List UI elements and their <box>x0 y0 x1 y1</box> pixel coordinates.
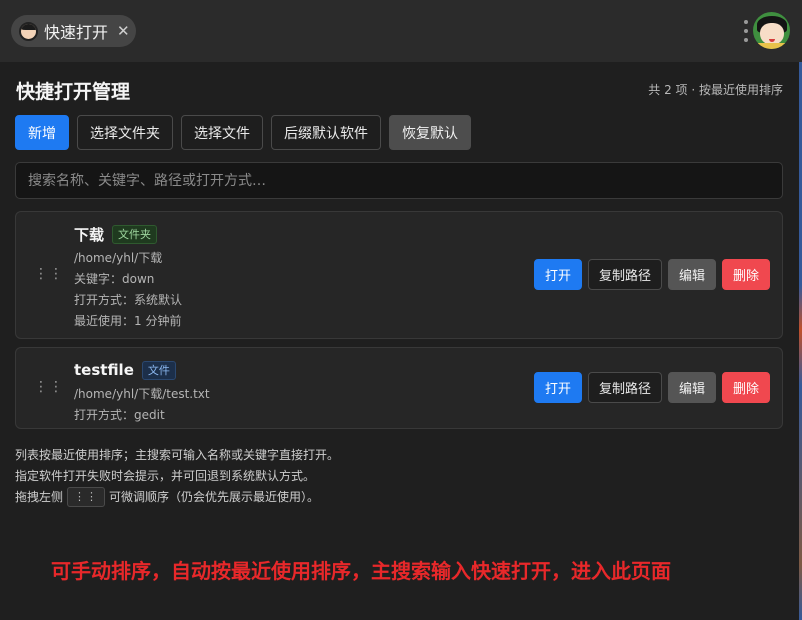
type-badge: 文件 <box>141 360 176 380</box>
item-path: /home/yhl/下载/test.txt <box>74 387 210 401</box>
item-name: 下载 <box>74 225 105 244</box>
drag-handle-hint-icon: ⋮⋮ <box>67 486 106 507</box>
quick-open-tab[interactable]: 快速打开 ✕ <box>11 15 136 47</box>
tab-label: 快速打开 <box>44 23 109 42</box>
list-item: ⋮⋮ testfile 文件 /home/yhl/下载/test.txt 打开方… <box>15 347 783 429</box>
item-open-with: 打开方式：系统默认 <box>74 293 183 307</box>
annotation-caption: 可手动排序，自动按最近使用排序，主搜索输入快速打开，进入此页面 <box>51 559 671 583</box>
pick-file-button[interactable]: 选择文件 <box>181 115 263 150</box>
toolbar: 新增 选择文件夹 选择文件 后缀默认软件 恢复默认 <box>15 115 471 150</box>
help-line: 指定软件打开失败时会提示，并可回退到系统默认方式。 <box>15 468 316 483</box>
edit-button[interactable]: 编辑 <box>667 372 716 403</box>
copy-path-button[interactable]: 复制路径 <box>587 259 662 290</box>
delete-button[interactable]: 删除 <box>721 259 770 290</box>
restore-default-button[interactable]: 恢复默认 <box>389 115 471 150</box>
help-line-suffix: 可微调顺序（仍会优先展示最近使用）。 <box>109 489 320 504</box>
close-icon[interactable]: ✕ <box>117 23 130 39</box>
item-name: testfile <box>74 361 134 379</box>
help-line-prefix: 拖拽左侧 <box>15 489 64 504</box>
pick-folder-button[interactable]: 选择文件夹 <box>77 115 173 150</box>
delete-button[interactable]: 删除 <box>721 372 770 403</box>
user-avatar[interactable] <box>753 12 790 49</box>
edit-button[interactable]: 编辑 <box>667 259 716 290</box>
item-keyword: 关键字：down <box>74 272 155 286</box>
avatar-icon <box>19 21 38 41</box>
open-button[interactable]: 打开 <box>533 372 582 403</box>
help-text: 列表按最近使用排序；主搜索可输入名称或关键字直接打开。 指定软件打开失败时会提示… <box>15 444 339 507</box>
copy-path-button[interactable]: 复制路径 <box>587 372 662 403</box>
item-path: /home/yhl/下载 <box>74 251 163 265</box>
open-button[interactable]: 打开 <box>533 259 582 290</box>
help-line: 列表按最近使用排序；主搜索可输入名称或关键字直接打开。 <box>15 447 340 462</box>
add-button[interactable]: 新增 <box>15 115 69 150</box>
drag-handle-icon[interactable]: ⋮⋮ <box>34 266 63 282</box>
help-line: 拖拽左侧 ⋮⋮ 可微调顺序（仍会优先展示最近使用）。 <box>15 486 339 507</box>
type-badge: 文件夹 <box>112 224 158 244</box>
item-count-hint: 共 2 项 · 按最近使用排序 <box>648 83 783 97</box>
page-title: 快捷打开管理 <box>16 81 131 103</box>
search-input[interactable] <box>15 162 783 199</box>
drag-handle-icon[interactable]: ⋮⋮ <box>34 379 63 395</box>
top-bar: 快速打开 ✕ <box>0 0 802 62</box>
list-item: ⋮⋮ 下载 文件夹 /home/yhl/下载 关键字：down 打开方式：系统默… <box>15 211 783 339</box>
more-menu-icon[interactable] <box>743 20 749 42</box>
suffix-default-app-button[interactable]: 后缀默认软件 <box>271 115 381 150</box>
item-open-with: 打开方式：gedit <box>74 408 165 422</box>
item-last-used: 最近使用：1 分钟前 <box>74 314 182 328</box>
